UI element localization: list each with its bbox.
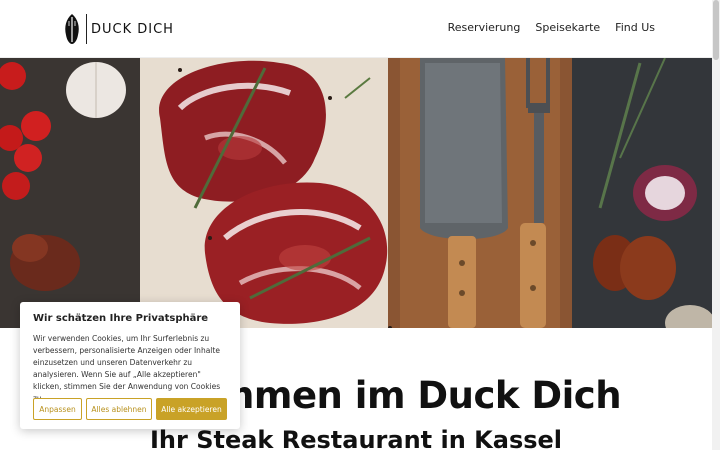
- page-scrollbar[interactable]: [712, 0, 720, 450]
- page-subheadline: Ihr Steak Restaurant in Kassel: [149, 426, 563, 450]
- hero-image: [0, 58, 712, 328]
- scrollbar-thumb[interactable]: [713, 0, 719, 60]
- logo-divider: [86, 14, 87, 44]
- cookie-consent-banner: Wir schätzen Ihre Privatsphäre Wir verwe…: [20, 302, 240, 429]
- cookie-reject-button[interactable]: Alles ablehnen: [86, 398, 152, 420]
- cookie-banner-text: Wir verwenden Cookies, um Ihr Surferlebn…: [33, 334, 221, 403]
- nav-speisekarte[interactable]: Speisekarte: [535, 21, 600, 34]
- cookie-banner-title: Wir schätzen Ihre Privatsphäre: [33, 313, 209, 324]
- site-header: DUCK DICH Reservierung Speisekarte Find …: [0, 0, 712, 58]
- cookie-accept-button[interactable]: Alle akzeptieren: [156, 398, 227, 420]
- cookie-button-group: Anpassen Alles ablehnen Alle akzeptieren: [33, 398, 227, 420]
- nav-reservierung[interactable]: Reservierung: [448, 21, 521, 34]
- nav-find-us[interactable]: Find Us: [615, 21, 655, 34]
- main-nav: Reservierung Speisekarte Find Us: [448, 21, 655, 34]
- duck-logo-icon: [62, 13, 82, 45]
- logo-text: DUCK DICH: [91, 21, 174, 37]
- cookie-customize-button[interactable]: Anpassen: [33, 398, 82, 420]
- logo[interactable]: DUCK DICH: [62, 13, 174, 45]
